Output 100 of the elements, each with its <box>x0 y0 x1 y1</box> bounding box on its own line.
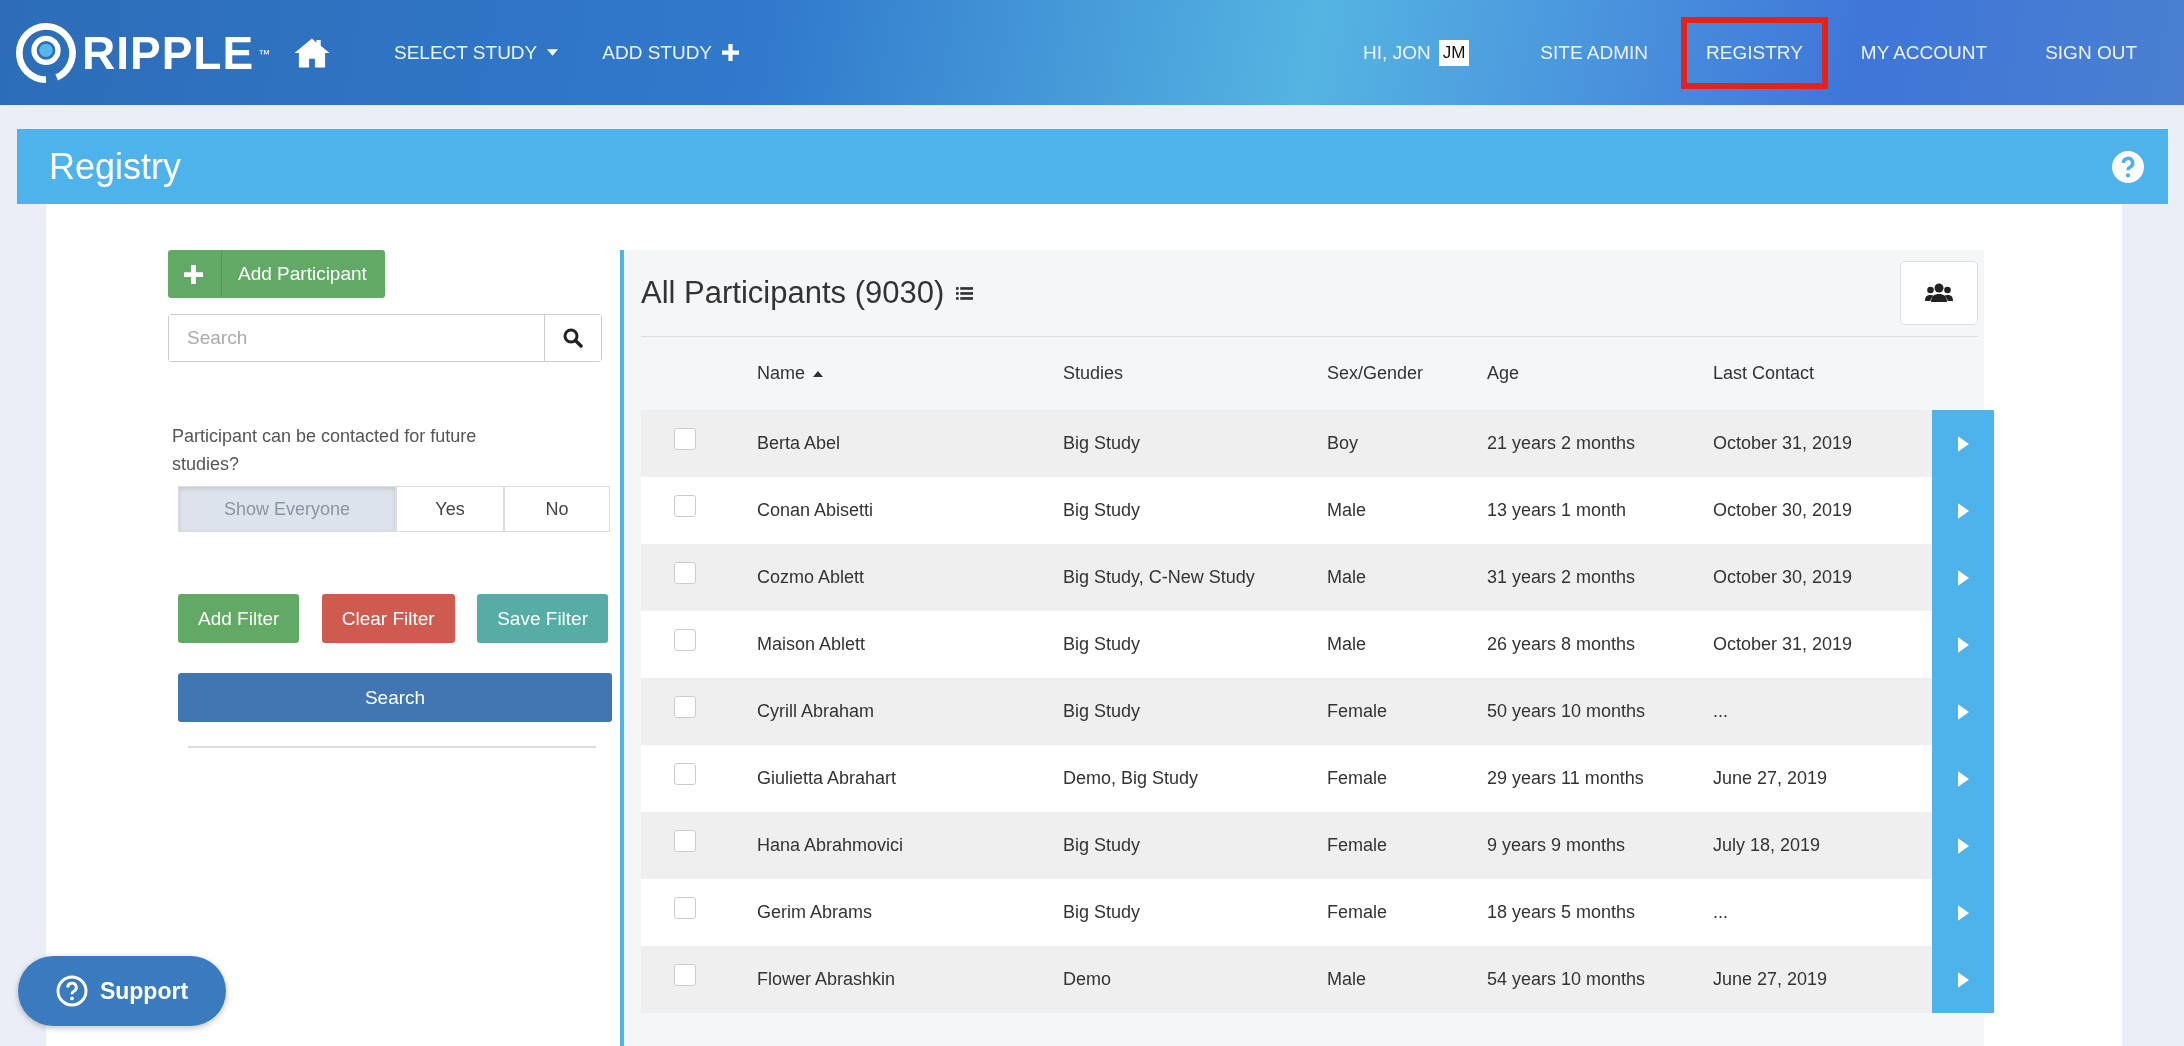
ripple-logo-icon <box>14 20 78 85</box>
home-icon[interactable] <box>294 36 330 69</box>
row-checkbox[interactable] <box>674 494 696 517</box>
table-cell-text: Big Study, C-New Study <box>1063 567 1256 588</box>
table-cell-text: Demo, Big Study <box>1063 768 1200 789</box>
nav-link[interactable]: MY ACCOUNT <box>1835 16 2013 89</box>
search-field[interactable]: Search <box>168 314 602 362</box>
table-cell-text: Male <box>1327 969 1367 990</box>
nav-link[interactable]: REGISTRY <box>1681 16 1828 89</box>
table-cell-text: October 30, 2019 <box>1713 500 1854 521</box>
table-cell-text: Female <box>1327 768 1389 789</box>
table-cell-text: 50 years 10 months <box>1487 701 1647 722</box>
search-button[interactable]: Search <box>178 673 612 722</box>
support-button[interactable]: Support <box>18 956 226 1026</box>
table-cell-text: Gerim Abrams <box>757 902 874 923</box>
play-icon <box>1957 569 1969 586</box>
table-cell-text: Big Study <box>1063 433 1142 454</box>
table-cell-text: October 31, 2019 <box>1713 634 1854 655</box>
user-initials-badge[interactable]: JM <box>1438 39 1470 66</box>
open-row-button[interactable] <box>1932 946 1994 1013</box>
table-cell-text: June 27, 2019 <box>1713 768 1829 789</box>
table-cell-text: ... <box>1713 701 1729 722</box>
add-participant-button[interactable]: Add Participant <box>168 250 385 298</box>
table-cell-text: 18 years 5 months <box>1487 902 1637 923</box>
help-icon <box>55 975 88 1007</box>
play-icon <box>1957 971 1969 988</box>
play-icon <box>1957 904 1969 921</box>
column-header[interactable]: Last Contact <box>1713 363 1932 384</box>
nav-link[interactable]: SITE ADMIN <box>1515 16 1674 89</box>
table-cell-text: Male <box>1327 634 1367 655</box>
table-cell-text: July 18, 2019 <box>1713 835 1822 856</box>
table-cell-text: Demo <box>1063 969 1112 990</box>
row-checkbox[interactable] <box>674 561 696 584</box>
table-cell-text: June 27, 2019 <box>1713 969 1829 990</box>
table-cell-text: Hana Abrahmovici <box>757 835 905 856</box>
filter-button[interactable]: Clear Filter <box>321 594 455 643</box>
table-title: All Participants (9030) <box>641 275 945 311</box>
column-header[interactable]: Sex/Gender <box>1327 363 1487 384</box>
table-cell-text: Female <box>1327 902 1389 923</box>
table-cell-text: Male <box>1327 567 1367 588</box>
page-title: Registry <box>49 145 182 188</box>
greeting-text: HI, JON <box>1363 41 1431 64</box>
table-cell-text: 13 years 1 month <box>1487 500 1628 521</box>
play-icon <box>1957 435 1969 452</box>
table-cell-text: Berta Abel <box>757 433 842 454</box>
plus-icon <box>722 44 740 61</box>
table-cell-text: Boy <box>1327 433 1360 454</box>
search-icon <box>563 328 583 348</box>
column-header[interactable]: Studies <box>1063 363 1327 384</box>
table-cell-text: Female <box>1327 701 1389 722</box>
play-icon <box>1957 770 1969 787</box>
table-cell-text: Big Study <box>1063 634 1142 655</box>
table-cell-text: 21 years 2 months <box>1487 433 1637 454</box>
table-cell-text: October 31, 2019 <box>1713 433 1854 454</box>
filter-button[interactable]: Add Filter <box>178 594 300 643</box>
table-cell-text: 29 years 11 months <box>1487 768 1645 789</box>
plus-icon <box>184 264 203 284</box>
table-cell-text: 26 years 8 months <box>1487 634 1637 655</box>
table-cell-text: Male <box>1327 500 1367 521</box>
row-checkbox[interactable] <box>674 762 696 785</box>
trademark-mark: ™ <box>258 46 271 61</box>
help-icon[interactable] <box>2112 150 2144 183</box>
row-checkbox[interactable] <box>674 829 696 852</box>
column-header[interactable]: Age <box>1487 363 1713 384</box>
people-icon <box>1925 283 1953 303</box>
table-cell-text: ... <box>1713 902 1729 923</box>
table-cell-text: Maison Ablett <box>757 634 867 655</box>
nav-link[interactable]: SIGN OUT <box>2020 16 2162 89</box>
row-checkbox[interactable] <box>674 427 696 450</box>
column-header[interactable]: Name <box>757 363 1063 384</box>
option-button[interactable]: Show Everyone <box>178 486 396 532</box>
open-row-button[interactable] <box>1932 410 1994 477</box>
row-checkbox[interactable] <box>674 896 696 919</box>
row-checkbox[interactable] <box>674 628 696 651</box>
table-cell-text: 54 years 10 months <box>1487 969 1647 990</box>
play-icon <box>1957 837 1969 854</box>
option-button[interactable]: No <box>504 486 610 532</box>
play-icon <box>1957 636 1969 653</box>
table-cell-text: Giulietta Abrahart <box>757 768 898 789</box>
nav-link[interactable]: SELECT STUDY <box>394 41 559 64</box>
table-cell-text: Conan Abisetti <box>757 500 875 521</box>
sort-caret-icon <box>813 370 823 377</box>
play-icon <box>1957 502 1969 519</box>
group-button[interactable] <box>1900 261 1978 325</box>
table-cell-text: Flower Abrashkin <box>757 969 897 990</box>
table-cell-text: Big Study <box>1063 701 1142 722</box>
row-checkbox[interactable] <box>674 695 696 718</box>
row-checkbox[interactable] <box>674 963 696 986</box>
table-cell-text: Big Study <box>1063 500 1142 521</box>
contact-question: Participant can be contacted for future studies? <box>172 425 478 476</box>
table-cell-text: 9 years 9 months <box>1487 835 1627 856</box>
option-button[interactable]: Yes <box>396 486 504 532</box>
play-icon <box>1957 703 1969 720</box>
nav-link[interactable]: ADD STUDY <box>602 41 740 64</box>
filter-button[interactable]: Save Filter <box>477 594 608 643</box>
list-icon[interactable] <box>956 286 974 300</box>
table-cell-text: Big Study <box>1063 835 1142 856</box>
caret-icon <box>547 49 559 56</box>
logo-text[interactable]: RIPPLE <box>82 25 255 80</box>
table-cell-text: Female <box>1327 835 1389 856</box>
